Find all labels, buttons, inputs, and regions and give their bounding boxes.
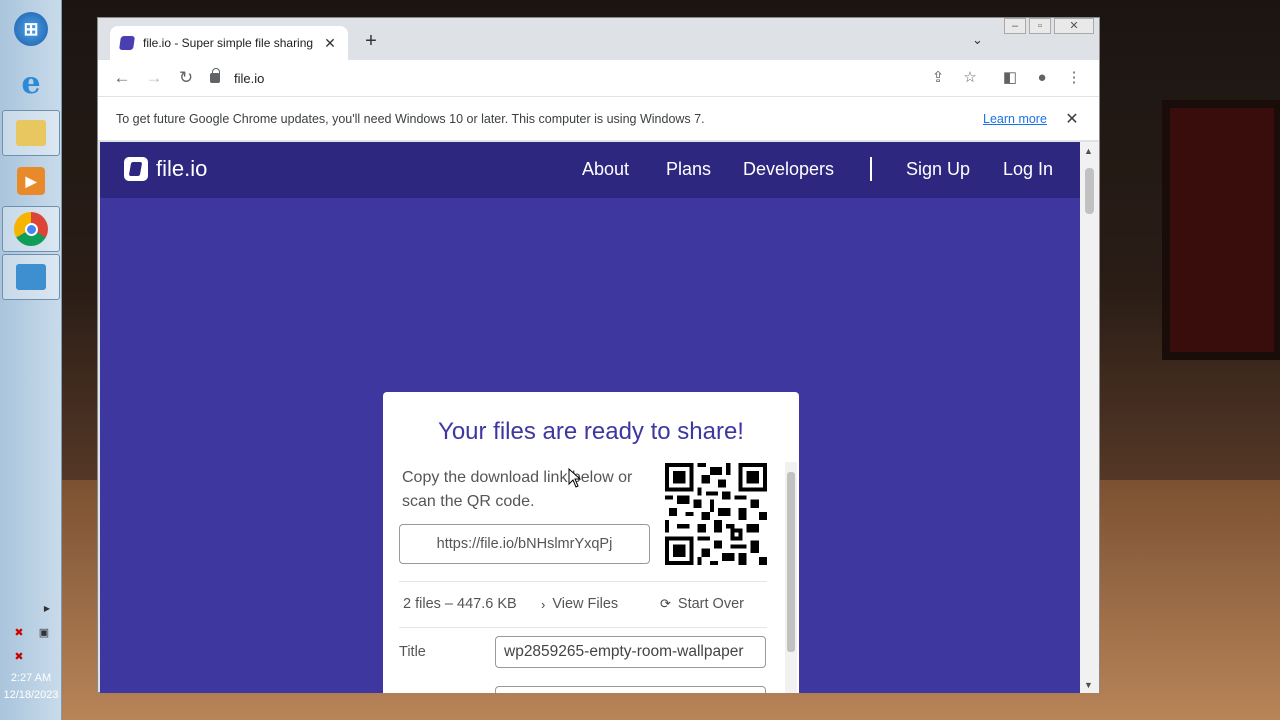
divider: [399, 627, 767, 628]
title-label: Title: [399, 644, 426, 660]
scroll-up-arrow-icon[interactable]: ▲: [1084, 146, 1093, 156]
volume-muted-icon[interactable]: ✖: [12, 650, 26, 664]
files-info: 2 files – 447.6 KB: [403, 596, 517, 612]
internet-explorer-icon: e: [21, 65, 41, 101]
update-infobar: To get future Google Chrome updates, you…: [98, 96, 1099, 141]
browser-toolbar: ← → ↻ file.io ⇪ ☆ ◧ ● ⋮: [98, 60, 1099, 96]
nav-log-in[interactable]: Log In: [1003, 159, 1053, 180]
lock-icon[interactable]: [210, 68, 220, 83]
taskbar-file-explorer[interactable]: [2, 110, 60, 156]
site-header: file.io About Plans Developers Sign Up L…: [100, 142, 1080, 198]
media-player-icon: ▶: [17, 167, 45, 195]
reload-icon[interactable]: ↻: [175, 67, 197, 89]
view-files-label: View Files: [552, 596, 619, 612]
card-scrollbar-thumb[interactable]: [787, 472, 795, 652]
taskbar-remote-desktop[interactable]: [2, 254, 60, 300]
start-button[interactable]: ⊞: [2, 6, 60, 52]
clock-time[interactable]: 2:27 AM: [0, 672, 62, 684]
browser-tab[interactable]: file.io - Super simple file sharing ✕: [110, 26, 348, 60]
taskbar: ⊞ e ▶ ▶ ✖ ▣ ✖ 2:27 AM 12/18/2023: [0, 0, 62, 720]
mouse-cursor-icon: [568, 468, 582, 488]
share-icon[interactable]: ⇪: [928, 68, 948, 88]
network-icon[interactable]: ▣: [37, 626, 51, 640]
nav-about[interactable]: About: [582, 159, 629, 180]
infobar-message: To get future Google Chrome updates, you…: [116, 112, 705, 126]
start-button-icon: ⊞: [14, 12, 48, 46]
wall-picture-frame: [1162, 100, 1280, 360]
new-tab-icon[interactable]: +: [360, 30, 382, 53]
kebab-menu-icon[interactable]: ⋮: [1064, 68, 1084, 88]
view-files-button[interactable]: › View Files: [541, 596, 618, 612]
title-input[interactable]: wp2859265-empty-room-wallpaper: [495, 636, 766, 668]
nav-developers[interactable]: Developers: [743, 159, 834, 180]
maximize-icon[interactable]: ▫: [1029, 18, 1051, 34]
taskbar-chrome[interactable]: [2, 206, 60, 252]
url-text[interactable]: file.io: [234, 71, 264, 86]
page-content: file.io About Plans Developers Sign Up L…: [100, 142, 1080, 693]
refresh-icon: ⟳: [660, 596, 671, 611]
taskbar-media-player[interactable]: ▶: [2, 158, 60, 204]
address-bar[interactable]: file.io: [210, 64, 965, 92]
page-scrollbar[interactable]: ▲ ▼: [1080, 142, 1099, 693]
tab-strip: file.io - Super simple file sharing ✕ + …: [98, 18, 1099, 60]
minimize-icon[interactable]: –: [1004, 18, 1026, 34]
tab-close-icon[interactable]: ✕: [322, 35, 338, 52]
remote-desktop-icon: [16, 264, 46, 290]
download-link-field[interactable]: https://file.io/bNHslmrYxqPj: [399, 524, 650, 564]
nav-plans[interactable]: Plans: [666, 159, 711, 180]
learn-more-link[interactable]: Learn more: [983, 112, 1047, 126]
profile-avatar-icon[interactable]: ●: [1032, 68, 1052, 88]
nav-divider: [870, 157, 872, 181]
card-description: Copy the download link below or scan the…: [402, 469, 633, 510]
start-over-label: Start Over: [677, 596, 744, 612]
tab-title: file.io - Super simple file sharing: [143, 36, 314, 50]
bookmark-star-icon[interactable]: ☆: [960, 68, 980, 88]
file-explorer-icon: [16, 120, 46, 146]
scroll-down-arrow-icon[interactable]: ▼: [1084, 680, 1093, 690]
close-window-icon[interactable]: ✕: [1054, 18, 1094, 34]
infobar-close-icon[interactable]: ✕: [1064, 109, 1080, 129]
chevron-right-icon: ›: [541, 596, 546, 612]
share-card: Your files are ready to share! Copy the …: [383, 392, 799, 693]
taskbar-internet-explorer[interactable]: e: [2, 60, 60, 106]
fileio-favicon-icon: [119, 36, 135, 50]
logo-text: file.io: [156, 156, 208, 181]
card-scrollbar[interactable]: [785, 462, 797, 693]
clock-date[interactable]: 12/18/2023: [0, 689, 62, 701]
tab-search-chevron-icon[interactable]: ⌄: [972, 32, 983, 48]
page-scrollbar-thumb[interactable]: [1085, 168, 1094, 214]
fileio-logo-icon: [124, 157, 148, 181]
nav-sign-up[interactable]: Sign Up: [906, 159, 970, 180]
action-center-icon[interactable]: ✖: [12, 626, 26, 640]
show-hidden-icons-icon[interactable]: ▶: [40, 602, 54, 616]
card-title: Your files are ready to share!: [438, 418, 744, 445]
site-logo[interactable]: file.io: [124, 156, 207, 182]
divider: [399, 581, 767, 582]
chrome-icon: [14, 212, 48, 246]
browser-window: file.io - Super simple file sharing ✕ + …: [97, 17, 1100, 693]
system-tray: ▶ ✖ ▣ ✖: [0, 600, 62, 720]
start-over-button[interactable]: ⟳ Start Over: [660, 596, 744, 612]
forward-arrow-icon[interactable]: →: [143, 67, 165, 89]
side-panel-icon[interactable]: ◧: [1000, 68, 1020, 88]
next-field-input[interactable]: [495, 686, 766, 693]
back-arrow-icon[interactable]: ←: [111, 67, 133, 89]
qr-code[interactable]: [665, 463, 767, 565]
